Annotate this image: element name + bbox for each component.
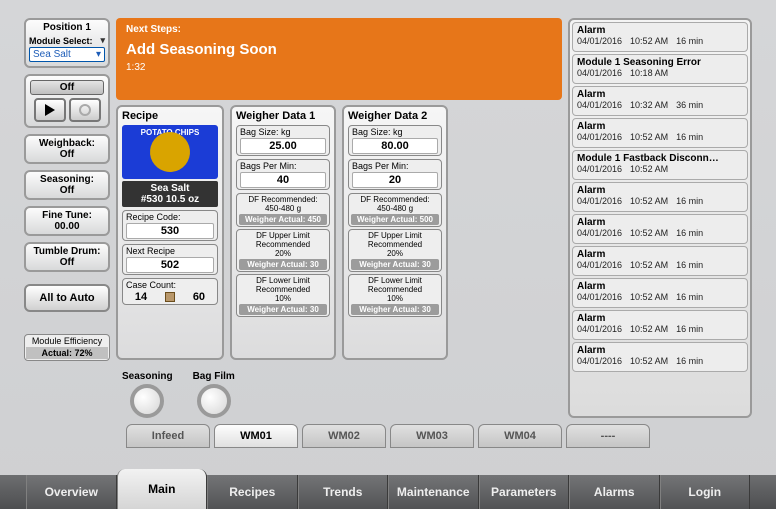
main-tab-main[interactable]: Main [117,469,208,509]
sub-tab-----[interactable]: ---- [566,424,650,448]
alarm-item[interactable]: Alarm04/01/201610:52 AM16 min [572,118,748,148]
w2-bag-size[interactable]: Bag Size: kg 80.00 [348,125,442,156]
module-select-label: Module Select: ▾ [29,35,105,46]
main-tab-alarms[interactable]: Alarms [569,475,660,509]
w2-bpm[interactable]: Bags Per Min: 20 [348,159,442,190]
tumble-panel[interactable]: Tumble Drum: Off [24,242,110,272]
w1-df-lower: DF Lower Limit Recommended 10% Weigher A… [236,274,330,317]
alarm-item[interactable]: Alarm04/01/201610:52 AM16 min [572,342,748,372]
sub-tab-infeed[interactable]: Infeed [126,424,210,448]
weigher1-group: Weigher Data 1 Bag Size: kg 25.00 Bags P… [230,105,336,360]
alarm-item[interactable]: Alarm04/01/201610:52 AM16 min [572,310,748,340]
sub-tab-wm02[interactable]: WM02 [302,424,386,448]
sub-tab-wm04[interactable]: WM04 [478,424,562,448]
control-panel: Off [24,74,110,128]
record-button[interactable] [69,98,101,122]
dial-icon [130,384,164,418]
circle-icon [79,104,91,116]
w2-df-lower: DF Lower Limit Recommended 10% Weigher A… [348,274,442,317]
w2-df-rec: DF Recommended: 450-480 g Weigher Actual… [348,193,442,227]
sub-tab-wm03[interactable]: WM03 [390,424,474,448]
alarm-item[interactable]: Alarm04/01/201610:52 AM16 min [572,246,748,276]
play-icon [45,104,55,116]
position-title: Position 1 [29,22,105,33]
alert-timer: 1:32 [126,62,552,73]
case-count-field: Case Count: 14 60 [122,278,218,305]
all-to-auto-button[interactable]: All to Auto [24,284,110,312]
alarm-item[interactable]: Module 1 Fastback Disconn…04/01/201610:5… [572,150,748,180]
bagfilm-dial[interactable]: Bag Film [193,371,235,418]
recipe-group: Recipe POTATO CHIPS Sea Salt #530 10.5 o… [116,105,224,360]
alarm-item[interactable]: Alarm04/01/201610:52 AM16 min [572,214,748,244]
alarm-item[interactable]: Alarm04/01/201610:32 AM36 min [572,86,748,116]
alarm-item[interactable]: Alarm04/01/201610:52 AM16 min [572,22,748,52]
module-select[interactable]: Sea Salt ▾ [29,47,105,62]
dropdown-icon: ▾ [96,49,101,60]
recipe-code-field[interactable]: Recipe Code: 530 [122,210,218,241]
main-tab-login[interactable]: Login [660,475,751,509]
alarm-item[interactable]: Alarm04/01/201610:52 AM16 min [572,182,748,212]
w1-df-rec: DF Recommended: 450-480 g Weigher Actual… [236,193,330,227]
w1-bag-size[interactable]: Bag Size: kg 25.00 [236,125,330,156]
seasoning-panel[interactable]: Seasoning: Off [24,170,110,200]
dial-icon [197,384,231,418]
w1-bpm[interactable]: Bags Per Min: 40 [236,159,330,190]
seasoning-dial[interactable]: Seasoning [122,371,173,418]
off-indicator: Off [30,80,104,95]
weigher2-group: Weigher Data 2 Bag Size: kg 80.00 Bags P… [342,105,448,360]
sub-tab-wm01[interactable]: WM01 [214,424,298,448]
sub-nav: InfeedWM01WM02WM03WM04---- [24,424,752,448]
main-tab-parameters[interactable]: Parameters [479,475,570,509]
alarm-list: Alarm04/01/201610:52 AM16 minModule 1 Se… [568,18,752,418]
alert-box: Next Steps: Add Seasoning Soon 1:32 [116,18,562,100]
alarm-item[interactable]: Alarm04/01/201610:52 AM16 min [572,278,748,308]
main-tab-overview[interactable]: Overview [26,475,117,509]
w2-df-upper: DF Upper Limit Recommended 20% Weigher A… [348,229,442,272]
recipe-image: POTATO CHIPS [122,125,218,179]
finetune-panel[interactable]: Fine Tune: 00.00 [24,206,110,236]
package-icon [165,292,175,302]
main-tab-maintenance[interactable]: Maintenance [388,475,479,509]
main-nav: OverviewMainRecipesTrendsMaintenancePara… [0,475,776,509]
weighback-panel[interactable]: Weighback: Off [24,134,110,164]
w1-df-upper: DF Upper Limit Recommended 20% Weigher A… [236,229,330,272]
chevron-down-icon: ▾ [100,35,105,46]
main-tab-recipes[interactable]: Recipes [207,475,298,509]
position-panel: Position 1 Module Select: ▾ Sea Salt ▾ [24,18,110,68]
main-tab-trends[interactable]: Trends [298,475,389,509]
alarm-item[interactable]: Module 1 Seasoning Error04/01/201610:18 … [572,54,748,84]
alert-message: Add Seasoning Soon [126,41,552,58]
efficiency-box: Module Efficiency Actual: 72% [24,334,110,361]
next-recipe-field[interactable]: Next Recipe 502 [122,244,218,275]
play-button[interactable] [34,98,66,122]
